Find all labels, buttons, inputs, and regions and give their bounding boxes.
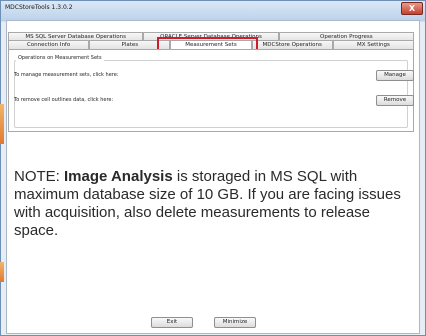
manage-button[interactable]: Manage	[376, 70, 414, 81]
group-title: Operations on Measurement Sets	[16, 55, 104, 61]
desktop-edge-accent	[0, 104, 4, 144]
tab-connection-info[interactable]: Connection Info	[8, 40, 90, 49]
desktop-edge-accent	[0, 262, 4, 282]
tab-measurement-sets[interactable]: Measurement Sets	[170, 40, 252, 49]
remove-button[interactable]: Remove	[376, 95, 414, 106]
exit-button[interactable]: Exit	[151, 317, 193, 328]
note-emphasis: Image Analysis	[64, 168, 173, 185]
close-button[interactable]: X	[401, 2, 423, 15]
tab-plates[interactable]: Plates	[89, 40, 171, 49]
manage-instruction: To manage measurement sets, click here:	[14, 72, 119, 78]
tab-mx-settings[interactable]: MX Settings	[332, 40, 415, 49]
minimize-button[interactable]: Minimize	[214, 317, 256, 328]
note-prefix: NOTE:	[14, 168, 65, 185]
tab-mdcstore-operations[interactable]: MDCStore Operations	[251, 40, 333, 49]
title-bar[interactable]: MDCStoreTools 1.3.0.2 X	[1, 1, 425, 19]
tab-row-front: Connection Info Plates Measurement Sets …	[8, 40, 415, 49]
measurement-sets-group	[14, 60, 408, 128]
remove-instruction: To remove cell outlines data, click here…	[14, 97, 114, 103]
window-title: MDCStoreTools 1.3.0.2	[5, 4, 73, 11]
storage-note: NOTE: Image Analysis is storaged in MS S…	[14, 168, 414, 240]
